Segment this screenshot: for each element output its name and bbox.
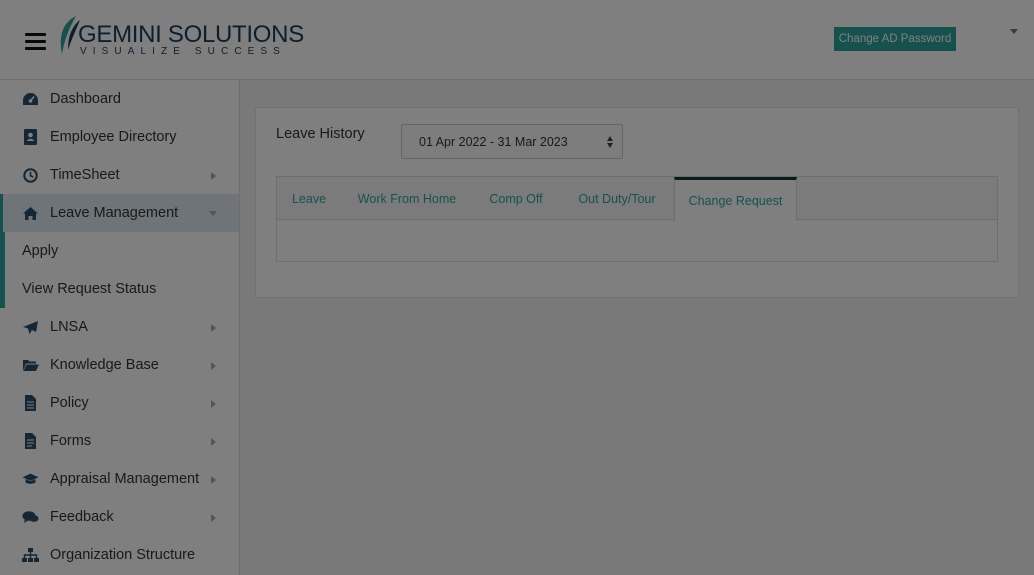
sidebar-item-knowledge-base[interactable]: Knowledge Base: [0, 346, 239, 384]
tab-leave[interactable]: Leave: [277, 177, 341, 220]
sidebar-item-label: Employee Directory: [50, 129, 177, 145]
sidebar-item-label: Knowledge Base: [50, 357, 159, 373]
sidebar-item-feedback[interactable]: Feedback: [0, 498, 239, 536]
sidebar-item-label: Leave Management: [50, 205, 179, 221]
change-ad-password-button[interactable]: Change AD Password: [834, 27, 956, 51]
sidebar-subitem-view-request-status[interactable]: View Request Status: [0, 270, 239, 308]
clock-icon: [22, 167, 39, 183]
logo-text: GEMINI SOLUTIONS: [78, 21, 304, 48]
sidebar-item-label: Dashboard: [50, 91, 121, 107]
sidebar-item-label: Forms: [50, 433, 92, 449]
tab-work-from-home[interactable]: Work From Home: [341, 177, 473, 220]
sidebar-item-label: Feedback: [50, 509, 114, 525]
sidebar-item-appraisal-management[interactable]: Appraisal Management: [0, 460, 239, 498]
sidebar-subitem-label: Apply: [22, 243, 59, 259]
sidebar-item-label: Organization Structure: [50, 547, 196, 563]
company-logo[interactable]: GEMINI SOLUTIONS VISUALIZE SUCCESS: [54, 14, 304, 62]
logo-tagline: VISUALIZE SUCCESS: [80, 46, 286, 57]
user-menu-caret-icon[interactable]: [1010, 29, 1018, 34]
sidebar-subitem-label: View Request Status: [22, 281, 157, 297]
home-icon: [22, 205, 39, 221]
sidebar-subitem-apply[interactable]: Apply: [0, 232, 239, 270]
sidebar-item-dashboard[interactable]: Dashboard: [0, 80, 239, 118]
comments-icon: [22, 509, 39, 525]
period-select-value: 01 Apr 2022 - 31 Mar 2023: [419, 135, 568, 149]
chevron-right-icon: [211, 438, 216, 446]
chevron-right-icon: [211, 172, 216, 180]
leave-history-card: Leave History 01 Apr 2022 - 31 Mar 2023 …: [255, 107, 1019, 298]
dashboard-icon: [22, 91, 39, 107]
sidebar-item-label: LNSA: [50, 319, 88, 335]
sidebar-item-timesheet[interactable]: TimeSheet: [0, 156, 239, 194]
chevron-down-icon: [209, 211, 217, 216]
sidebar-item-label: Appraisal Management: [50, 471, 200, 487]
sidebar-item-employee-directory[interactable]: Employee Directory: [0, 118, 239, 156]
tab-bar: Leave Work From Home Comp Off Out Duty/T…: [277, 177, 997, 221]
top-header: GEMINI SOLUTIONS VISUALIZE SUCCESS Chang…: [0, 0, 1034, 80]
tab-change-request[interactable]: Change Request: [674, 177, 797, 221]
address-book-icon: [22, 129, 39, 145]
sidebar-item-organization-structure[interactable]: Organization Structure: [0, 536, 239, 574]
sitemap-icon: [22, 547, 39, 563]
sidebar-item-forms[interactable]: Forms: [0, 422, 239, 460]
leave-tabs-panel: Leave Work From Home Comp Off Out Duty/T…: [276, 176, 998, 262]
paper-plane-icon: [22, 319, 39, 335]
chevron-right-icon: [211, 400, 216, 408]
chevron-right-icon: [211, 476, 216, 484]
file-icon: [22, 395, 39, 411]
chevron-right-icon: [211, 514, 216, 522]
sidebar-item-leave-management[interactable]: Leave Management: [0, 194, 239, 232]
tab-out-duty-tour[interactable]: Out Duty/Tour: [559, 177, 675, 220]
select-arrows-icon: [607, 136, 614, 149]
period-select[interactable]: 01 Apr 2022 - 31 Mar 2023: [401, 124, 623, 159]
sidebar-item-policy[interactable]: Policy: [0, 384, 239, 422]
leave-history-label: Leave History: [276, 126, 365, 142]
sidebar-nav: Dashboard Employee Directory TimeSheet L…: [0, 80, 240, 575]
file-text-icon: [22, 433, 39, 449]
tab-comp-off[interactable]: Comp Off: [473, 177, 559, 220]
menu-toggle-icon[interactable]: [25, 33, 46, 50]
sidebar-item-label: Policy: [50, 395, 89, 411]
folder-open-icon: [22, 357, 39, 373]
sidebar-item-lnsa[interactable]: LNSA: [0, 308, 239, 346]
chevron-right-icon: [211, 362, 216, 370]
graduation-cap-icon: [22, 471, 39, 487]
sidebar-item-label: TimeSheet: [50, 167, 120, 183]
chevron-right-icon: [211, 324, 216, 332]
